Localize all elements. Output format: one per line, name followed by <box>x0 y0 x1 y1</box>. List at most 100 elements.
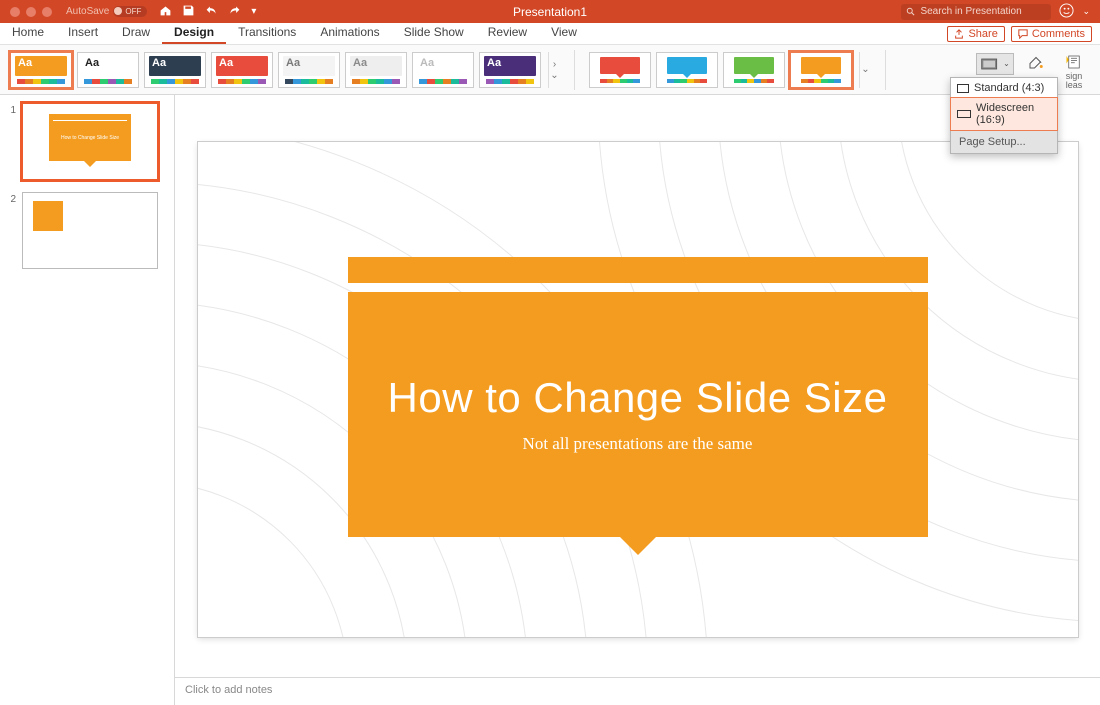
window-controls <box>0 7 62 17</box>
undo-icon[interactable] <box>205 4 218 20</box>
slide-size-standard[interactable]: Standard (4:3) <box>951 78 1057 98</box>
title-accent-bar <box>348 257 928 283</box>
tab-slideshow[interactable]: Slide Show <box>392 21 476 44</box>
share-icon <box>954 29 964 39</box>
theme-sample-text: Aa <box>219 57 233 69</box>
canvas-area: How to Change Slide Size Not all present… <box>175 95 1100 677</box>
variant-gallery-expand-button[interactable]: ⌄ <box>859 52 871 88</box>
ratio-16-9-icon <box>957 110 971 118</box>
tab-animations[interactable]: Animations <box>308 21 391 44</box>
theme-thumbnail[interactable]: Aa <box>77 52 139 88</box>
account-chevron-icon[interactable]: ⌄ <box>1082 6 1090 17</box>
slide-size-menu: Standard (4:3) Widescreen (16:9) Page Se… <box>950 77 1058 154</box>
slide-number: 2 <box>8 192 16 269</box>
qat-overflow-icon[interactable]: ▾ <box>251 6 256 17</box>
theme-sample-text: Aa <box>420 57 434 69</box>
close-window-button[interactable] <box>10 7 20 17</box>
theme-thumbnail[interactable]: Aa <box>278 52 340 88</box>
theme-thumbnail[interactable]: Aa <box>345 52 407 88</box>
theme-thumbnail[interactable]: Aa <box>479 52 541 88</box>
autosave-label: AutoSave <box>66 6 109 17</box>
share-label: Share <box>968 28 997 40</box>
autosave-state: OFF <box>113 6 147 17</box>
search-input[interactable]: Search in Presentation <box>901 4 1051 20</box>
ribbon-separator <box>574 50 575 90</box>
tab-view[interactable]: View <box>539 21 589 44</box>
slide-editor: How to Change Slide Size Not all present… <box>175 95 1100 705</box>
variant-thumbnail[interactable] <box>589 52 651 88</box>
chevron-down-icon: ⌄ <box>861 64 869 75</box>
tab-review[interactable]: Review <box>476 21 539 44</box>
ribbon-tabs-bar: Home Insert Draw Design Transitions Anim… <box>0 23 1100 45</box>
slide-number: 1 <box>8 103 16 180</box>
theme-sample-text: Aa <box>85 57 99 69</box>
comments-button[interactable]: Comments <box>1011 26 1092 42</box>
slide-thumbnail[interactable]: How to Change Slide Size <box>22 103 158 180</box>
slide-size-widescreen[interactable]: Widescreen (16:9) <box>951 98 1057 130</box>
theme-thumbnail[interactable]: Aa <box>412 52 474 88</box>
search-icon <box>906 7 916 17</box>
notes-pane[interactable]: Click to add notes <box>175 677 1100 705</box>
chevron-down-icon: ⌄ <box>1003 59 1010 68</box>
variant-gallery: ⌄ <box>589 52 871 88</box>
variant-thumbnail[interactable] <box>723 52 785 88</box>
theme-sample-text: Aa <box>152 57 166 69</box>
thumbnail-row: 1 How to Change Slide Size <box>8 103 166 180</box>
slide-thumbnails-panel: 1 How to Change Slide Size 2 <box>0 95 175 705</box>
slide-thumbnail[interactable] <box>22 192 158 269</box>
tab-design[interactable]: Design <box>162 21 226 44</box>
quick-access-toolbar: ▾ <box>159 4 256 20</box>
minimize-window-button[interactable] <box>26 7 36 17</box>
comment-icon <box>1018 29 1028 39</box>
theme-sample-text: Aa <box>487 57 501 69</box>
thumbnail-row: 2 <box>8 192 166 269</box>
design-ideas-icon <box>1064 53 1084 71</box>
design-ideas-button[interactable]: sign leas <box>1058 53 1090 91</box>
theme-sample-text: Aa <box>353 57 367 69</box>
design-ribbon: Aa Aa Aa Aa Aa Aa Aa <box>0 45 1100 95</box>
autosave-toggle[interactable]: AutoSave OFF <box>66 6 147 17</box>
format-background-icon <box>1026 53 1046 71</box>
chevron-right-icon: › <box>553 59 556 70</box>
design-ideas-label: sign leas <box>1066 72 1083 90</box>
zoom-window-button[interactable] <box>42 7 52 17</box>
tab-draw[interactable]: Draw <box>110 21 162 44</box>
ribbon-separator <box>885 50 886 90</box>
menu-item-label: Standard (4:3) <box>974 82 1044 94</box>
tab-transitions[interactable]: Transitions <box>226 21 308 44</box>
variant-thumbnail[interactable] <box>790 52 852 88</box>
thumbnail-title: How to Change Slide Size <box>49 135 131 141</box>
ribbon-tabs: Home Insert Draw Design Transitions Anim… <box>0 21 589 44</box>
notes-placeholder: Click to add notes <box>185 684 272 696</box>
ratio-4-3-icon <box>957 84 969 93</box>
theme-gallery: Aa Aa Aa Aa Aa Aa Aa <box>10 52 560 88</box>
menu-item-label: Page Setup... <box>959 136 1026 148</box>
slide-canvas[interactable]: How to Change Slide Size Not all present… <box>198 142 1078 637</box>
theme-sample-text: Aa <box>18 57 32 69</box>
theme-sample-text: Aa <box>286 57 300 69</box>
variant-thumbnail[interactable] <box>656 52 718 88</box>
theme-thumbnail[interactable]: Aa <box>10 52 72 88</box>
comments-label: Comments <box>1032 28 1085 40</box>
theme-thumbnail[interactable]: Aa <box>144 52 206 88</box>
menu-item-label: Widescreen (16:9) <box>976 102 1051 126</box>
redo-icon[interactable] <box>228 4 241 20</box>
theme-thumbnail[interactable]: Aa <box>211 52 273 88</box>
theme-gallery-expand-button[interactable]: › ⌄ <box>548 52 560 88</box>
slide-size-button[interactable]: ⌄ <box>976 53 1014 75</box>
title-plaque[interactable]: How to Change Slide Size Not all present… <box>348 292 928 537</box>
main-area: 1 How to Change Slide Size 2 <box>0 95 1100 705</box>
slide-title[interactable]: How to Change Slide Size <box>388 374 888 422</box>
account-icon[interactable] <box>1059 3 1074 21</box>
slide-size-icon <box>980 55 1000 73</box>
tab-home[interactable]: Home <box>0 21 56 44</box>
title-bar: AutoSave OFF ▾ Presentation1 Search in P… <box>0 0 1100 23</box>
share-button[interactable]: Share <box>947 26 1004 42</box>
search-placeholder: Search in Presentation <box>920 6 1021 17</box>
home-icon[interactable] <box>159 4 172 20</box>
save-icon[interactable] <box>182 4 195 20</box>
tab-insert[interactable]: Insert <box>56 21 110 44</box>
chevron-down-icon: ⌄ <box>550 70 558 81</box>
slide-subtitle[interactable]: Not all presentations are the same <box>523 434 753 454</box>
slide-size-page-setup[interactable]: Page Setup... <box>951 131 1057 153</box>
